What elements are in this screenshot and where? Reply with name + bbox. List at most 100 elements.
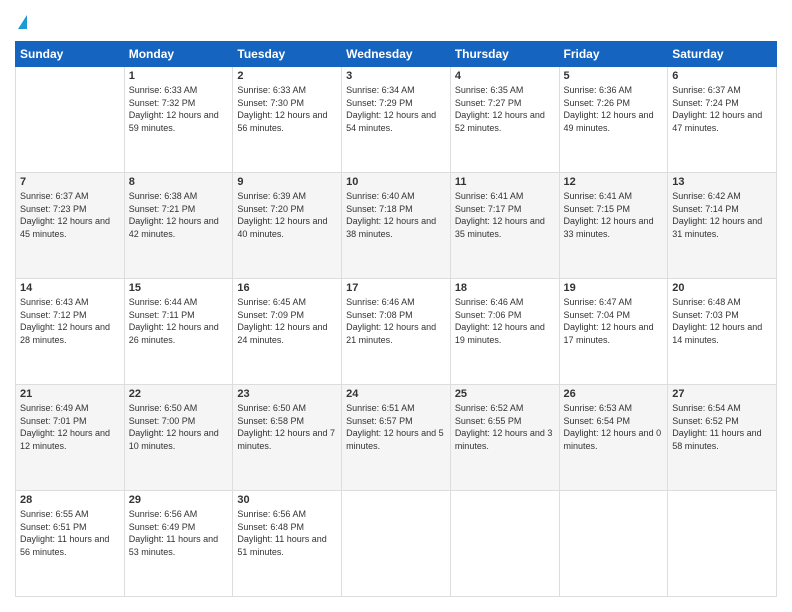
day-number: 20 xyxy=(672,282,772,294)
calendar-cell: 9 Sunrise: 6:39 AMSunset: 7:20 PMDaylight… xyxy=(233,173,342,279)
day-number: 1 xyxy=(129,70,229,82)
day-info: Sunrise: 6:56 AMSunset: 6:49 PMDaylight:… xyxy=(129,508,229,558)
calendar-cell: 11Sunrise: 6:41 AMSunset: 7:17 PMDayligh… xyxy=(450,173,559,279)
page: SundayMondayTuesdayWednesdayThursdayFrid… xyxy=(0,0,792,612)
day-number: 7 xyxy=(20,176,120,188)
calendar-table: SundayMondayTuesdayWednesdayThursdayFrid… xyxy=(15,41,777,597)
day-number: 28 xyxy=(20,494,120,506)
calendar-cell: 4Sunrise: 6:35 AMSunset: 7:27 PMDaylight… xyxy=(450,67,559,173)
calendar-cell: 3 Sunrise: 6:34 AMSunset: 7:29 PMDaylight… xyxy=(342,67,451,173)
day-info: Sunrise: 6:56 AMSunset: 6:48 PMDaylight:… xyxy=(237,508,337,558)
calendar-cell: 21Sunrise: 6:49 AMSunset: 7:01 PMDayligh… xyxy=(16,385,125,491)
calendar-cell: 16Sunrise: 6:45 AMSunset: 7:09 PMDayligh… xyxy=(233,279,342,385)
header xyxy=(15,15,777,33)
day-info: Sunrise: 6:48 AMSunset: 7:03 PMDaylight:… xyxy=(672,296,772,346)
day-number: 10 xyxy=(346,176,446,188)
calendar-header-row: SundayMondayTuesdayWednesdayThursdayFrid… xyxy=(16,42,777,67)
day-number: 3 xyxy=(346,70,446,82)
calendar-cell: 20 Sunrise: 6:48 AMSunset: 7:03 PMDayligh… xyxy=(668,279,777,385)
calendar-cell: 8 Sunrise: 6:38 AMSunset: 7:21 PMDaylight… xyxy=(124,173,233,279)
day-number: 4 xyxy=(455,70,555,82)
day-info: Sunrise: 6:46 AMSunset: 7:06 PMDaylight:… xyxy=(455,296,555,346)
weekday-header: Sunday xyxy=(16,42,125,67)
weekday-header: Wednesday xyxy=(342,42,451,67)
calendar-cell: 6 Sunrise: 6:37 AMSunset: 7:24 PMDaylight… xyxy=(668,67,777,173)
calendar-cell: 7 Sunrise: 6:37 AMSunset: 7:23 PMDaylight… xyxy=(16,173,125,279)
calendar-cell: 1Sunrise: 6:33 AMSunset: 7:32 PMDaylight… xyxy=(124,67,233,173)
day-info: Sunrise: 6:51 AMSunset: 6:57 PMDaylight:… xyxy=(346,402,446,452)
day-number: 2 xyxy=(237,70,337,82)
day-info: Sunrise: 6:41 AMSunset: 7:15 PMDaylight:… xyxy=(564,190,664,240)
calendar-cell: 10 Sunrise: 6:40 AMSunset: 7:18 PMDayligh… xyxy=(342,173,451,279)
day-number: 17 xyxy=(346,282,446,294)
day-number: 15 xyxy=(129,282,229,294)
calendar-cell: 29 Sunrise: 6:56 AMSunset: 6:49 PMDayligh… xyxy=(124,491,233,597)
day-info: Sunrise: 6:47 AMSunset: 7:04 PMDaylight:… xyxy=(564,296,664,346)
day-number: 12 xyxy=(564,176,664,188)
day-info: Sunrise: 6:50 AMSunset: 6:58 PMDaylight:… xyxy=(237,402,337,452)
weekday-header: Monday xyxy=(124,42,233,67)
calendar-cell: 12 Sunrise: 6:41 AMSunset: 7:15 PMDayligh… xyxy=(559,173,668,279)
calendar-cell: 26 Sunrise: 6:53 AMSunset: 6:54 PMDayligh… xyxy=(559,385,668,491)
day-info: Sunrise: 6:55 AMSunset: 6:51 PMDaylight:… xyxy=(20,508,120,558)
day-number: 22 xyxy=(129,388,229,400)
calendar-cell: 28 Sunrise: 6:55 AMSunset: 6:51 PMDayligh… xyxy=(16,491,125,597)
calendar-week-row: 7 Sunrise: 6:37 AMSunset: 7:23 PMDaylight… xyxy=(16,173,777,279)
calendar-cell: 17Sunrise: 6:46 AMSunset: 7:08 PMDayligh… xyxy=(342,279,451,385)
day-info: Sunrise: 6:53 AMSunset: 6:54 PMDaylight:… xyxy=(564,402,664,452)
calendar-cell xyxy=(450,491,559,597)
day-number: 9 xyxy=(237,176,337,188)
day-info: Sunrise: 6:33 AMSunset: 7:30 PMDaylight:… xyxy=(237,84,337,134)
day-number: 18 xyxy=(455,282,555,294)
calendar-cell: 2 Sunrise: 6:33 AMSunset: 7:30 PMDaylight… xyxy=(233,67,342,173)
day-info: Sunrise: 6:50 AMSunset: 7:00 PMDaylight:… xyxy=(129,402,229,452)
day-info: Sunrise: 6:34 AMSunset: 7:29 PMDaylight:… xyxy=(346,84,446,134)
weekday-header: Thursday xyxy=(450,42,559,67)
calendar-week-row: 1Sunrise: 6:33 AMSunset: 7:32 PMDaylight… xyxy=(16,67,777,173)
day-number: 30 xyxy=(237,494,337,506)
day-number: 5 xyxy=(564,70,664,82)
day-number: 11 xyxy=(455,176,555,188)
logo xyxy=(15,15,27,33)
day-number: 19 xyxy=(564,282,664,294)
day-info: Sunrise: 6:42 AMSunset: 7:14 PMDaylight:… xyxy=(672,190,772,240)
day-info: Sunrise: 6:37 AMSunset: 7:24 PMDaylight:… xyxy=(672,84,772,134)
day-info: Sunrise: 6:39 AMSunset: 7:20 PMDaylight:… xyxy=(237,190,337,240)
weekday-header: Tuesday xyxy=(233,42,342,67)
calendar-cell: 5 Sunrise: 6:36 AMSunset: 7:26 PMDaylight… xyxy=(559,67,668,173)
calendar-cell: 27 Sunrise: 6:54 AMSunset: 6:52 PMDayligh… xyxy=(668,385,777,491)
calendar-cell xyxy=(342,491,451,597)
calendar-week-row: 14Sunrise: 6:43 AMSunset: 7:12 PMDayligh… xyxy=(16,279,777,385)
calendar-cell: 25 Sunrise: 6:52 AMSunset: 6:55 PMDayligh… xyxy=(450,385,559,491)
calendar-cell xyxy=(16,67,125,173)
day-number: 27 xyxy=(672,388,772,400)
weekday-header: Saturday xyxy=(668,42,777,67)
calendar-cell: 18 Sunrise: 6:46 AMSunset: 7:06 PMDayligh… xyxy=(450,279,559,385)
day-info: Sunrise: 6:38 AMSunset: 7:21 PMDaylight:… xyxy=(129,190,229,240)
calendar-cell: 13 Sunrise: 6:42 AMSunset: 7:14 PMDayligh… xyxy=(668,173,777,279)
day-number: 29 xyxy=(129,494,229,506)
calendar-cell: 22 Sunrise: 6:50 AMSunset: 7:00 PMDayligh… xyxy=(124,385,233,491)
logo-triangle-icon xyxy=(18,15,27,29)
day-number: 24 xyxy=(346,388,446,400)
day-info: Sunrise: 6:44 AMSunset: 7:11 PMDaylight:… xyxy=(129,296,229,346)
calendar-cell: 24 Sunrise: 6:51 AMSunset: 6:57 PMDayligh… xyxy=(342,385,451,491)
day-info: Sunrise: 6:49 AMSunset: 7:01 PMDaylight:… xyxy=(20,402,120,452)
day-info: Sunrise: 6:40 AMSunset: 7:18 PMDaylight:… xyxy=(346,190,446,240)
weekday-header: Friday xyxy=(559,42,668,67)
day-number: 6 xyxy=(672,70,772,82)
day-number: 13 xyxy=(672,176,772,188)
day-info: Sunrise: 6:54 AMSunset: 6:52 PMDaylight:… xyxy=(672,402,772,452)
day-info: Sunrise: 6:43 AMSunset: 7:12 PMDaylight:… xyxy=(20,296,120,346)
day-number: 8 xyxy=(129,176,229,188)
day-info: Sunrise: 6:52 AMSunset: 6:55 PMDaylight:… xyxy=(455,402,555,452)
day-number: 25 xyxy=(455,388,555,400)
calendar-cell: 23 Sunrise: 6:50 AMSunset: 6:58 PMDayligh… xyxy=(233,385,342,491)
day-number: 26 xyxy=(564,388,664,400)
day-number: 23 xyxy=(237,388,337,400)
calendar-cell: 15 Sunrise: 6:44 AMSunset: 7:11 PMDayligh… xyxy=(124,279,233,385)
day-number: 16 xyxy=(237,282,337,294)
day-info: Sunrise: 6:36 AMSunset: 7:26 PMDaylight:… xyxy=(564,84,664,134)
calendar-week-row: 21Sunrise: 6:49 AMSunset: 7:01 PMDayligh… xyxy=(16,385,777,491)
day-info: Sunrise: 6:37 AMSunset: 7:23 PMDaylight:… xyxy=(20,190,120,240)
